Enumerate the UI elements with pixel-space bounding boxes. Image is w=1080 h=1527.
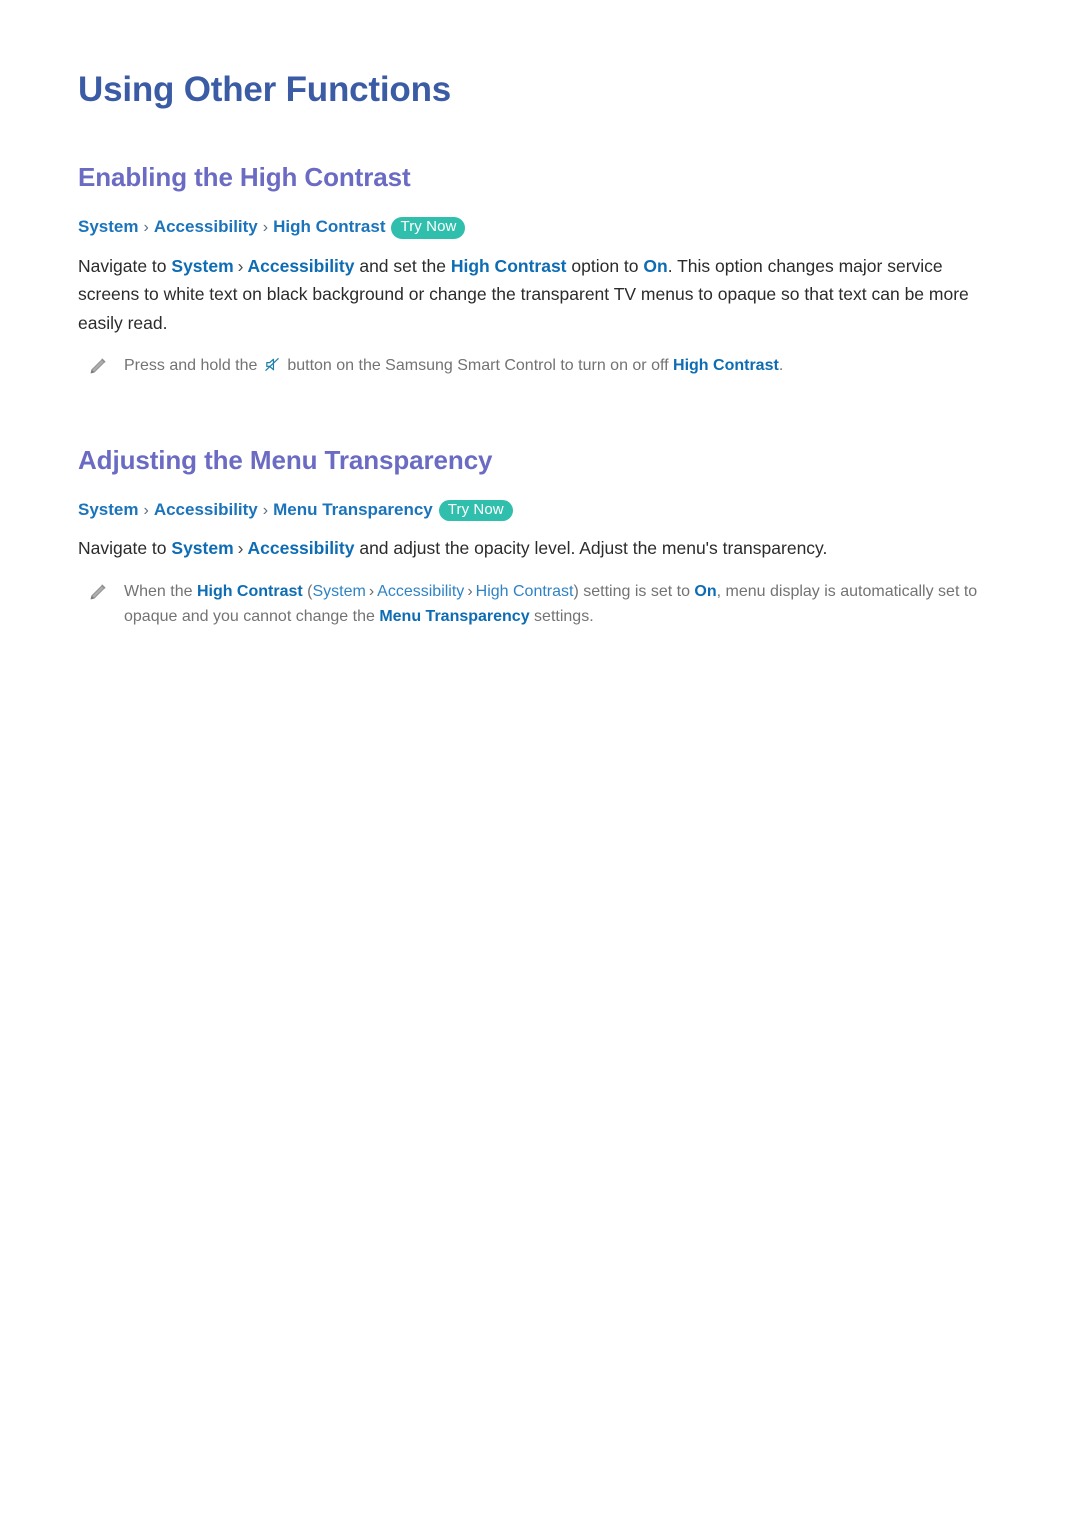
- note-link-high-contrast[interactable]: High Contrast: [197, 583, 303, 600]
- mute-icon: [264, 356, 281, 373]
- note-path-accessibility[interactable]: Accessibility: [377, 583, 464, 600]
- breadcrumb-item-system[interactable]: System: [78, 217, 138, 236]
- breadcrumb-separator-icon: ›: [262, 219, 269, 237]
- paragraph-text: Navigate to: [78, 538, 172, 559]
- inline-link-system[interactable]: System: [171, 538, 233, 558]
- paragraph-text: and adjust the opacity level. Adjust the…: [354, 538, 828, 559]
- breadcrumb-separator-icon: ›: [262, 501, 269, 519]
- breadcrumb-item-high-contrast[interactable]: High Contrast: [273, 217, 385, 236]
- note-link-high-contrast[interactable]: High Contrast: [673, 357, 779, 374]
- note-text-segment: button on the Samsung Smart Control to t…: [282, 356, 674, 374]
- note-text: When the High Contrast (System › Accessibi…: [124, 579, 1002, 630]
- note-separator-icon: ›: [368, 582, 375, 600]
- note-link-menu-transparency[interactable]: Menu Transparency: [379, 608, 529, 625]
- inline-separator-icon: ›: [237, 255, 244, 276]
- inline-link-accessibility[interactable]: Accessibility: [247, 538, 354, 558]
- section-adjusting-menu-transparency: Adjusting the Menu Transparency System › A…: [78, 445, 1002, 630]
- note-text-segment: Press and hold the: [124, 356, 262, 374]
- breadcrumb-separator-icon: ›: [143, 501, 149, 519]
- note-path-system[interactable]: System: [313, 583, 366, 600]
- breadcrumb: System › Accessibility › Menu Transparency Tr…: [78, 498, 1002, 523]
- inline-separator-icon: ›: [237, 538, 244, 559]
- section-heading: Enabling the High Contrast: [78, 162, 411, 193]
- page-title: Using Other Functions: [78, 70, 452, 109]
- note-text: Press and hold the button on the Samsung…: [124, 353, 783, 379]
- breadcrumb-item-accessibility[interactable]: Accessibility: [154, 217, 258, 236]
- breadcrumb: System › Accessibility › High Contrast Try No…: [78, 215, 1002, 240]
- section-heading: Adjusting the Menu Transparency: [78, 444, 493, 475]
- breadcrumb-item-accessibility[interactable]: Accessibility: [154, 500, 258, 519]
- inline-link-high-contrast[interactable]: High Contrast: [451, 256, 567, 276]
- note-text-segment: When the: [124, 582, 197, 600]
- paragraph-text: and set the: [354, 255, 451, 276]
- breadcrumb-item-menu-transparency[interactable]: Menu Transparency: [273, 500, 433, 519]
- body-paragraph: Navigate to System › Accessibility and set…: [78, 252, 1002, 337]
- body-paragraph: Navigate to System › Accessibility and adj…: [78, 534, 1002, 562]
- inline-link-system[interactable]: System: [171, 256, 233, 276]
- note-path-high-contrast[interactable]: High Contrast: [476, 583, 574, 600]
- pencil-icon: [86, 356, 108, 378]
- pencil-icon: [86, 582, 108, 604]
- inline-value-on: On: [643, 255, 668, 276]
- breadcrumb-item-system[interactable]: System: [78, 500, 138, 519]
- note-value-on: On: [694, 582, 717, 600]
- try-now-badge[interactable]: Try Now: [438, 499, 513, 522]
- document-page: Using Other Functions Enabling the High …: [0, 0, 1080, 1527]
- paragraph-text: Navigate to: [78, 255, 172, 276]
- note-block: When the High Contrast (System › Accessibi…: [78, 579, 1002, 630]
- note-text-segment: settings.: [529, 608, 594, 626]
- try-now-badge[interactable]: Try Now: [391, 217, 466, 239]
- note-text-segment: .: [778, 356, 784, 374]
- paragraph-text: option to: [566, 255, 644, 276]
- breadcrumb-separator-icon: ›: [143, 219, 149, 237]
- note-separator-icon: ›: [467, 582, 473, 600]
- note-text-segment: ) setting is set to: [573, 582, 695, 600]
- note-text-segment: (: [302, 582, 313, 600]
- inline-link-accessibility[interactable]: Accessibility: [247, 256, 354, 276]
- section-enabling-high-contrast: Enabling the High Contrast System › Access…: [78, 162, 1002, 378]
- note-block: Press and hold the button on the Samsung…: [78, 353, 1002, 379]
